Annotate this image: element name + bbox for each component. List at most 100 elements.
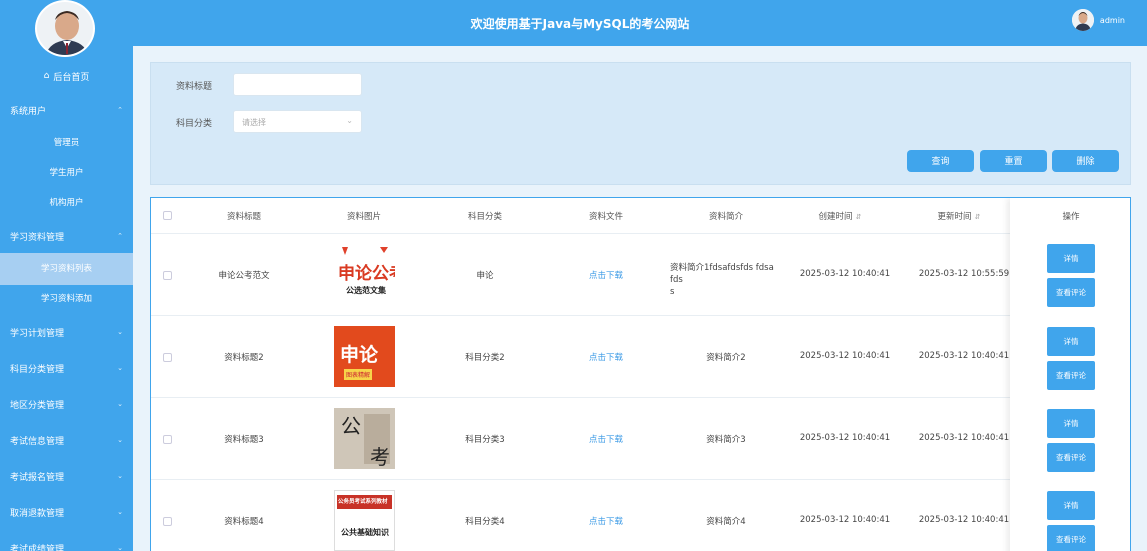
view-comments-button[interactable]: 查看评论 — [1047, 443, 1095, 472]
view-comments-button[interactable]: 查看评论 — [1047, 361, 1095, 390]
row-image-title: 申论 — [340, 344, 379, 366]
operations-column: 操作 详情 查看评论 详情 查看评论 详情 查看评论 详情 查看评论 — [1010, 198, 1130, 551]
download-link[interactable]: 点击下载 — [566, 433, 646, 445]
row-updated: 2025-03-12 10:40:41 — [918, 433, 1010, 443]
row-created: 2025-03-12 10:40:41 — [799, 433, 891, 443]
title-filter-label: 资料标题 — [176, 82, 213, 92]
download-link[interactable]: 点击下载 — [566, 515, 646, 527]
subject-filter-placeholder: 请选择 — [242, 118, 266, 127]
row-intro: 资料简介3 — [706, 435, 746, 445]
sort-icon: ⇵ — [974, 213, 981, 221]
col-header-updated[interactable]: 更新时间 ⇵ — [918, 210, 1000, 222]
row-image-subtitle: 考 — [370, 445, 390, 469]
sidebar-group-label: 考试成绩管理 — [10, 544, 65, 551]
sidebar-item-students[interactable]: 学生用户 — [0, 166, 133, 180]
detail-button[interactable]: 详情 — [1047, 409, 1095, 438]
row-updated: 2025-03-12 10:40:41 — [918, 351, 1010, 361]
row-intro: 资料简介1fdsafdsfds fdsa fds s — [670, 262, 780, 298]
table-row: 资料标题2 申论 图表精解 科目分类2 点击下载 资料简介2 2025-03-1… — [151, 316, 1130, 398]
sidebar-group-regions[interactable]: 地区分类管理 ⌄ — [0, 397, 133, 411]
page-title: 欢迎使用基于Java与MySQL的考公网站 — [470, 17, 690, 31]
row-title: 资料标题4 — [224, 517, 264, 527]
sidebar-group-label: 取消退款管理 — [10, 508, 65, 519]
sidebar-item-admins[interactable]: 管理员 — [0, 136, 133, 150]
row-title: 资料标题3 — [224, 435, 264, 445]
sidebar-item-material-list[interactable]: 学习资料列表 — [0, 253, 133, 285]
row-image-subtitle: 图表精解 — [344, 369, 373, 380]
title-filter-input[interactable] — [233, 73, 362, 96]
chevron-down-icon: ⌄ — [346, 116, 353, 125]
row-image-title: 申论公考 — [338, 264, 395, 284]
sidebar-item-institutions[interactable]: 机构用户 — [0, 196, 133, 210]
chevron-down-icon: ⌄ — [117, 472, 123, 480]
row-image: 申论公考 公选范文集 — [334, 243, 395, 304]
chevron-down-icon: ⌄ — [117, 364, 123, 372]
sidebar-group-label: 科目分类管理 — [10, 364, 65, 375]
row-image: 公务员考试系列教材 公共基础知识 — [334, 490, 395, 551]
download-link[interactable]: 点击下载 — [566, 269, 646, 281]
subject-filter-select[interactable]: 请选择 ⌄ — [233, 110, 362, 133]
col-header-actions: 操作 — [1062, 212, 1080, 222]
row-checkbox[interactable] — [163, 435, 172, 444]
row-created: 2025-03-12 10:40:41 — [799, 515, 891, 525]
col-header-created-label: 创建时间 — [818, 212, 853, 222]
detail-button[interactable]: 详情 — [1047, 491, 1095, 520]
chevron-down-icon: ⌄ — [117, 508, 123, 516]
col-header-subject: 科目分类 — [467, 212, 502, 222]
sidebar-home-label: 后台首页 — [53, 72, 90, 83]
row-checkbox[interactable] — [163, 271, 172, 280]
row-image-subtitle: 公选范文集 — [346, 286, 386, 295]
select-all-checkbox[interactable] — [163, 211, 172, 220]
home-icon: ⌂ — [43, 71, 50, 81]
row-created: 2025-03-12 10:40:41 — [799, 269, 891, 279]
sidebar-item-home[interactable]: ⌂ 后台首页 — [0, 69, 133, 83]
detail-button[interactable]: 详情 — [1047, 244, 1095, 273]
row-intro-line1: 资料简介1fdsafdsfds fdsa fds — [670, 263, 774, 285]
chevron-down-icon: ⌄ — [117, 328, 123, 336]
col-header-updated-label: 更新时间 — [937, 212, 972, 222]
table-row: 资料标题4 公务员考试系列教材 公共基础知识 科目分类4 点击下载 资料简介4 … — [151, 480, 1130, 551]
view-comments-button[interactable]: 查看评论 — [1047, 525, 1095, 551]
sidebar-group-label: 学习计划管理 — [10, 328, 65, 339]
table-row: 申论公考范文 申论公考 公选范文集 申论 点击下载 资料简介1fdsafdsfd… — [151, 234, 1130, 316]
view-comments-button[interactable]: 查看评论 — [1047, 278, 1095, 307]
avatar — [1071, 9, 1094, 31]
table-header: 资料标题 资料图片 科目分类 资料文件 资料简介 创建时间 ⇵ 更新时间 ⇵ — [151, 198, 1130, 234]
user-menu[interactable]: admin — [1071, 9, 1125, 31]
row-subject: 科目分类3 — [465, 435, 505, 445]
row-subject: 科目分类4 — [465, 517, 505, 527]
row-title: 申论公考范文 — [218, 271, 270, 281]
search-panel: 资料标题 科目分类 请选择 ⌄ 查询 重置 删除 — [150, 62, 1131, 185]
reset-button[interactable]: 重置 — [980, 150, 1047, 172]
download-link[interactable]: 点击下载 — [566, 351, 646, 363]
sidebar-group-materials[interactable]: 学习资料管理 ⌃ — [0, 229, 133, 243]
sidebar-group-system-users[interactable]: 系统用户 ⌃ — [0, 103, 133, 117]
sidebar-group-refunds[interactable]: 取消退款管理 ⌄ — [0, 505, 133, 519]
sidebar-group-subjects[interactable]: 科目分类管理 ⌄ — [0, 361, 133, 375]
sidebar-group-scores[interactable]: 考试成绩管理 ⌄ — [0, 541, 133, 551]
row-image: 公 考 — [334, 408, 395, 469]
row-checkbox[interactable] — [163, 517, 172, 526]
row-intro: 资料简介4 — [706, 517, 746, 527]
row-subject: 科目分类2 — [465, 353, 505, 363]
row-checkbox[interactable] — [163, 353, 172, 362]
sidebar-group-plans[interactable]: 学习计划管理 ⌄ — [0, 325, 133, 339]
col-header-file: 资料文件 — [588, 212, 623, 222]
sidebar-avatar — [35, 0, 95, 57]
row-updated: 2025-03-12 10:40:41 — [918, 515, 1010, 525]
col-header-created[interactable]: 创建时间 ⇵ — [799, 210, 881, 222]
query-button[interactable]: 查询 — [907, 150, 974, 172]
sidebar-group-registrations[interactable]: 考试报名管理 ⌄ — [0, 469, 133, 483]
sidebar-item-material-add[interactable]: 学习资料添加 — [0, 292, 133, 306]
col-header-title: 资料标题 — [226, 212, 261, 222]
delete-button[interactable]: 删除 — [1052, 150, 1119, 172]
sidebar-group-exams[interactable]: 考试信息管理 ⌄ — [0, 433, 133, 447]
table-row: 资料标题3 公 考 科目分类3 点击下载 资料简介3 2025-03-12 10… — [151, 398, 1130, 480]
sidebar: ⌂ 后台首页 系统用户 ⌃ 管理员 学生用户 机构用户 学习资料管理 ⌃ 学习资… — [0, 0, 133, 551]
chevron-down-icon: ⌄ — [117, 436, 123, 444]
username: admin — [1099, 15, 1125, 25]
chevron-up-icon: ⌃ — [117, 106, 123, 114]
col-header-image: 资料图片 — [346, 212, 381, 222]
detail-button[interactable]: 详情 — [1047, 327, 1095, 356]
row-intro-line2: s — [670, 287, 675, 297]
